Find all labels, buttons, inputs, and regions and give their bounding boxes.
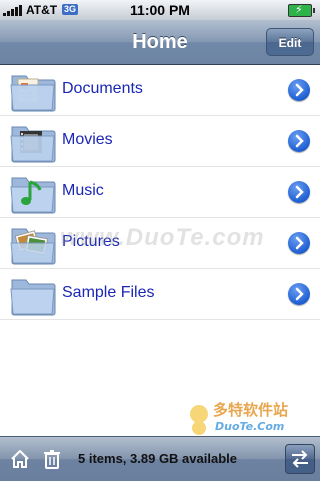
svg-text:多特软件站: 多特软件站 <box>213 401 288 419</box>
list-item-label: Music <box>62 182 104 199</box>
disclosure-button[interactable] <box>288 181 310 203</box>
transfer-arrows-icon <box>292 450 308 468</box>
svg-text:DuoTe.Com: DuoTe.Com <box>215 420 284 433</box>
documents-folder-icon <box>10 75 56 112</box>
navigation-bar: Home Edit <box>0 20 320 65</box>
chevron-right-icon <box>295 83 304 97</box>
folder-icon <box>10 279 56 316</box>
charging-bolt-icon: ⚡ <box>295 4 303 16</box>
edit-button[interactable]: Edit <box>266 28 314 56</box>
disclosure-button[interactable] <box>288 79 310 101</box>
list-item[interactable]: Documents <box>0 65 320 116</box>
disclosure-button[interactable] <box>288 283 310 305</box>
chevron-right-icon <box>295 236 304 250</box>
list-item[interactable]: Movies <box>0 116 320 167</box>
chevron-right-icon <box>295 185 304 199</box>
home-icon[interactable] <box>9 448 31 470</box>
trash-icon[interactable] <box>41 448 63 470</box>
status-bar: AT&T 3G 11:00 PM ⚡ <box>0 0 320 20</box>
status-clock: 11:00 PM <box>130 2 190 18</box>
watermark-text: www.DuoTe.com <box>60 224 265 251</box>
list-item-label: Sample Files <box>62 284 155 301</box>
chevron-right-icon <box>295 287 304 301</box>
list-item[interactable]: Sample Files <box>0 269 320 320</box>
disclosure-button[interactable] <box>288 130 310 152</box>
chevron-right-icon <box>295 134 304 148</box>
battery-icon: ⚡ <box>288 4 315 17</box>
disclosure-button[interactable] <box>288 232 310 254</box>
folder-list: Documents Movies Music Pictures Sample F… <box>0 65 320 320</box>
transfer-button[interactable] <box>285 444 315 474</box>
list-item-label: Movies <box>62 131 113 148</box>
list-item[interactable]: Music <box>0 167 320 218</box>
movies-folder-icon <box>10 126 56 163</box>
duote-watermark-logo: 多特软件站 DuoTe.Com <box>190 401 288 435</box>
list-item-label: Documents <box>62 80 143 97</box>
pictures-folder-icon <box>10 228 56 265</box>
music-folder-icon <box>10 177 56 214</box>
bottom-toolbar: 5 items, 3.89 GB available <box>0 436 320 481</box>
storage-status: 5 items, 3.89 GB available <box>78 451 237 466</box>
